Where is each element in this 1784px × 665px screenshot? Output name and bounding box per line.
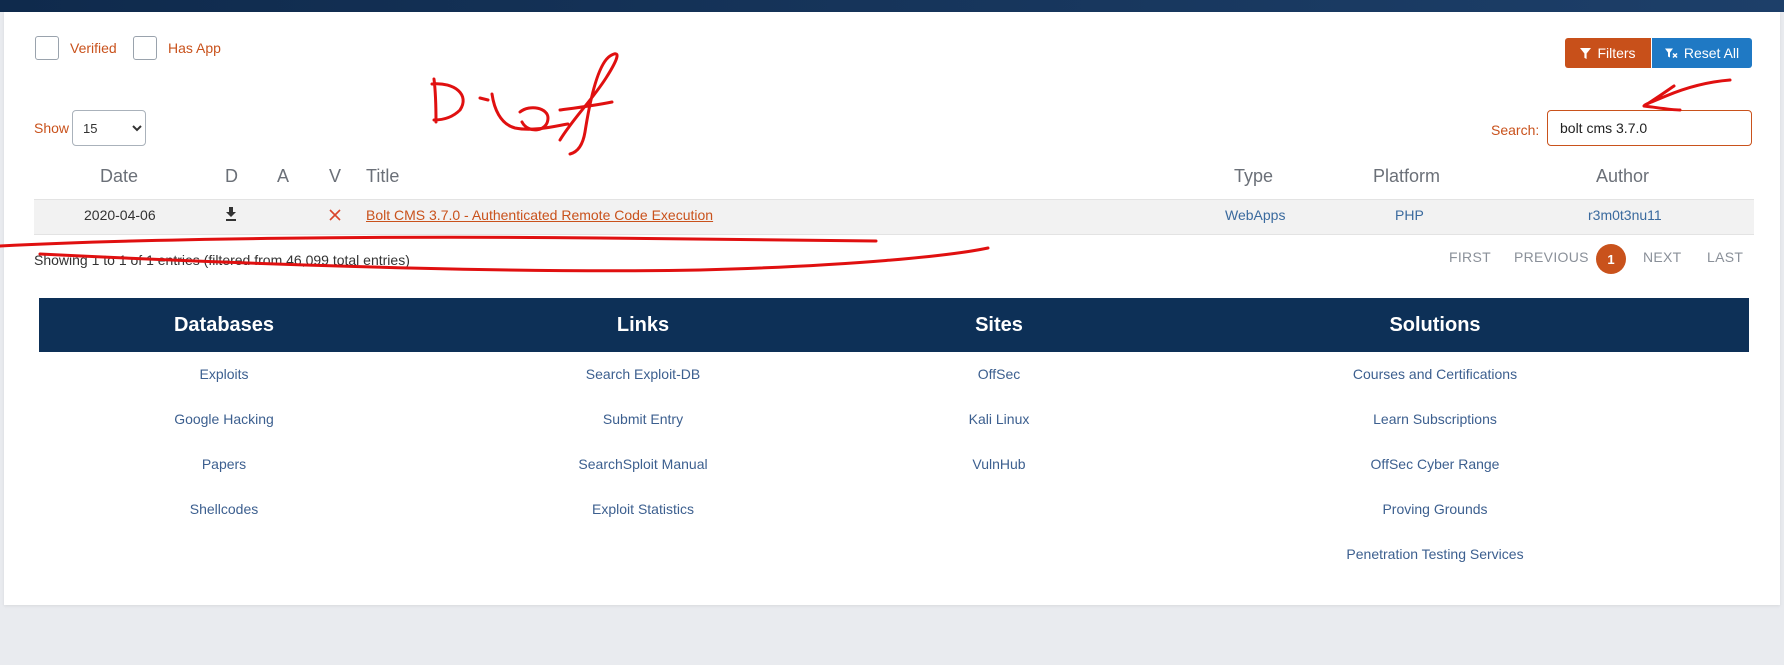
table-info: Showing 1 to 1 of 1 entries (filtered fr…: [34, 252, 410, 268]
footer-link[interactable]: Courses and Certifications: [1353, 366, 1517, 382]
footer-heading-2: Sites: [975, 314, 1023, 336]
verified-label: Verified: [70, 40, 117, 56]
pagination-last[interactable]: LAST: [1707, 249, 1743, 265]
row-type-link[interactable]: WebApps: [1225, 207, 1285, 223]
pagination-previous[interactable]: PREVIOUS: [1514, 249, 1589, 265]
exploit-title-link[interactable]: Bolt CMS 3.7.0 - Authenticated Remote Co…: [366, 207, 713, 223]
footer-heading-0: Databases: [173, 314, 275, 336]
pagination-current-page[interactable]: 1: [1596, 244, 1626, 274]
column-header-v[interactable]: V: [329, 166, 341, 187]
footer-link[interactable]: OffSec Cyber Range: [1371, 456, 1500, 472]
column-header-a[interactable]: A: [277, 166, 289, 187]
entries-per-page-select[interactable]: 15: [72, 110, 146, 146]
has-app-label: Has App: [168, 40, 221, 56]
footer-link[interactable]: OffSec: [978, 366, 1021, 382]
column-header-date[interactable]: Date: [100, 166, 138, 187]
footer-heading-3: Solutions: [1389, 314, 1481, 336]
filters-button-label: Filters: [1597, 45, 1636, 61]
footer-link[interactable]: VulnHub: [972, 456, 1025, 472]
show-label: Show: [34, 120, 70, 136]
filters-button[interactable]: Filters: [1565, 38, 1651, 68]
footer-link[interactable]: Kali Linux: [969, 411, 1030, 427]
footer-link[interactable]: Papers: [202, 456, 246, 472]
filter-icon: [1580, 47, 1592, 59]
download-icon[interactable]: [225, 207, 237, 226]
footer-band: [39, 298, 1749, 352]
column-header-type[interactable]: Type: [1234, 166, 1273, 187]
reset-all-button[interactable]: Reset All: [1652, 38, 1752, 68]
row-platform-link[interactable]: PHP: [1395, 207, 1424, 223]
row-date: 2020-04-06: [84, 207, 156, 223]
search-label: Search:: [1491, 122, 1540, 138]
column-header-d[interactable]: D: [225, 166, 238, 187]
footer-heading-1: Links: [616, 314, 670, 336]
x-icon: [329, 208, 341, 226]
row-author-link[interactable]: r3m0t3nu11: [1588, 207, 1662, 223]
top-header-bar: [0, 0, 1784, 12]
table-row: [34, 199, 1754, 235]
footer-link[interactable]: SearchSploit Manual: [578, 456, 707, 472]
footer-link[interactable]: Exploits: [199, 366, 248, 382]
pagination-next[interactable]: NEXT: [1643, 249, 1682, 265]
footer-link[interactable]: Search Exploit-DB: [586, 366, 700, 382]
footer-link[interactable]: Penetration Testing Services: [1346, 546, 1523, 562]
footer-link[interactable]: Shellcodes: [190, 501, 259, 517]
footer-link[interactable]: Google Hacking: [174, 411, 274, 427]
footer-link[interactable]: Proving Grounds: [1382, 501, 1487, 517]
footer-link[interactable]: Learn Subscriptions: [1373, 411, 1497, 427]
search-input[interactable]: [1547, 110, 1752, 146]
footer-link[interactable]: Submit Entry: [603, 411, 683, 427]
column-header-title[interactable]: Title: [366, 166, 399, 187]
footer-link[interactable]: Exploit Statistics: [592, 501, 694, 517]
reset-all-label: Reset All: [1683, 45, 1740, 61]
column-header-platform[interactable]: Platform: [1373, 166, 1440, 187]
filter-reset-icon: [1664, 48, 1678, 58]
has-app-checkbox[interactable]: [133, 36, 157, 60]
verified-checkbox[interactable]: [35, 36, 59, 60]
column-header-author[interactable]: Author: [1596, 166, 1649, 187]
pagination-first[interactable]: FIRST: [1449, 249, 1491, 265]
